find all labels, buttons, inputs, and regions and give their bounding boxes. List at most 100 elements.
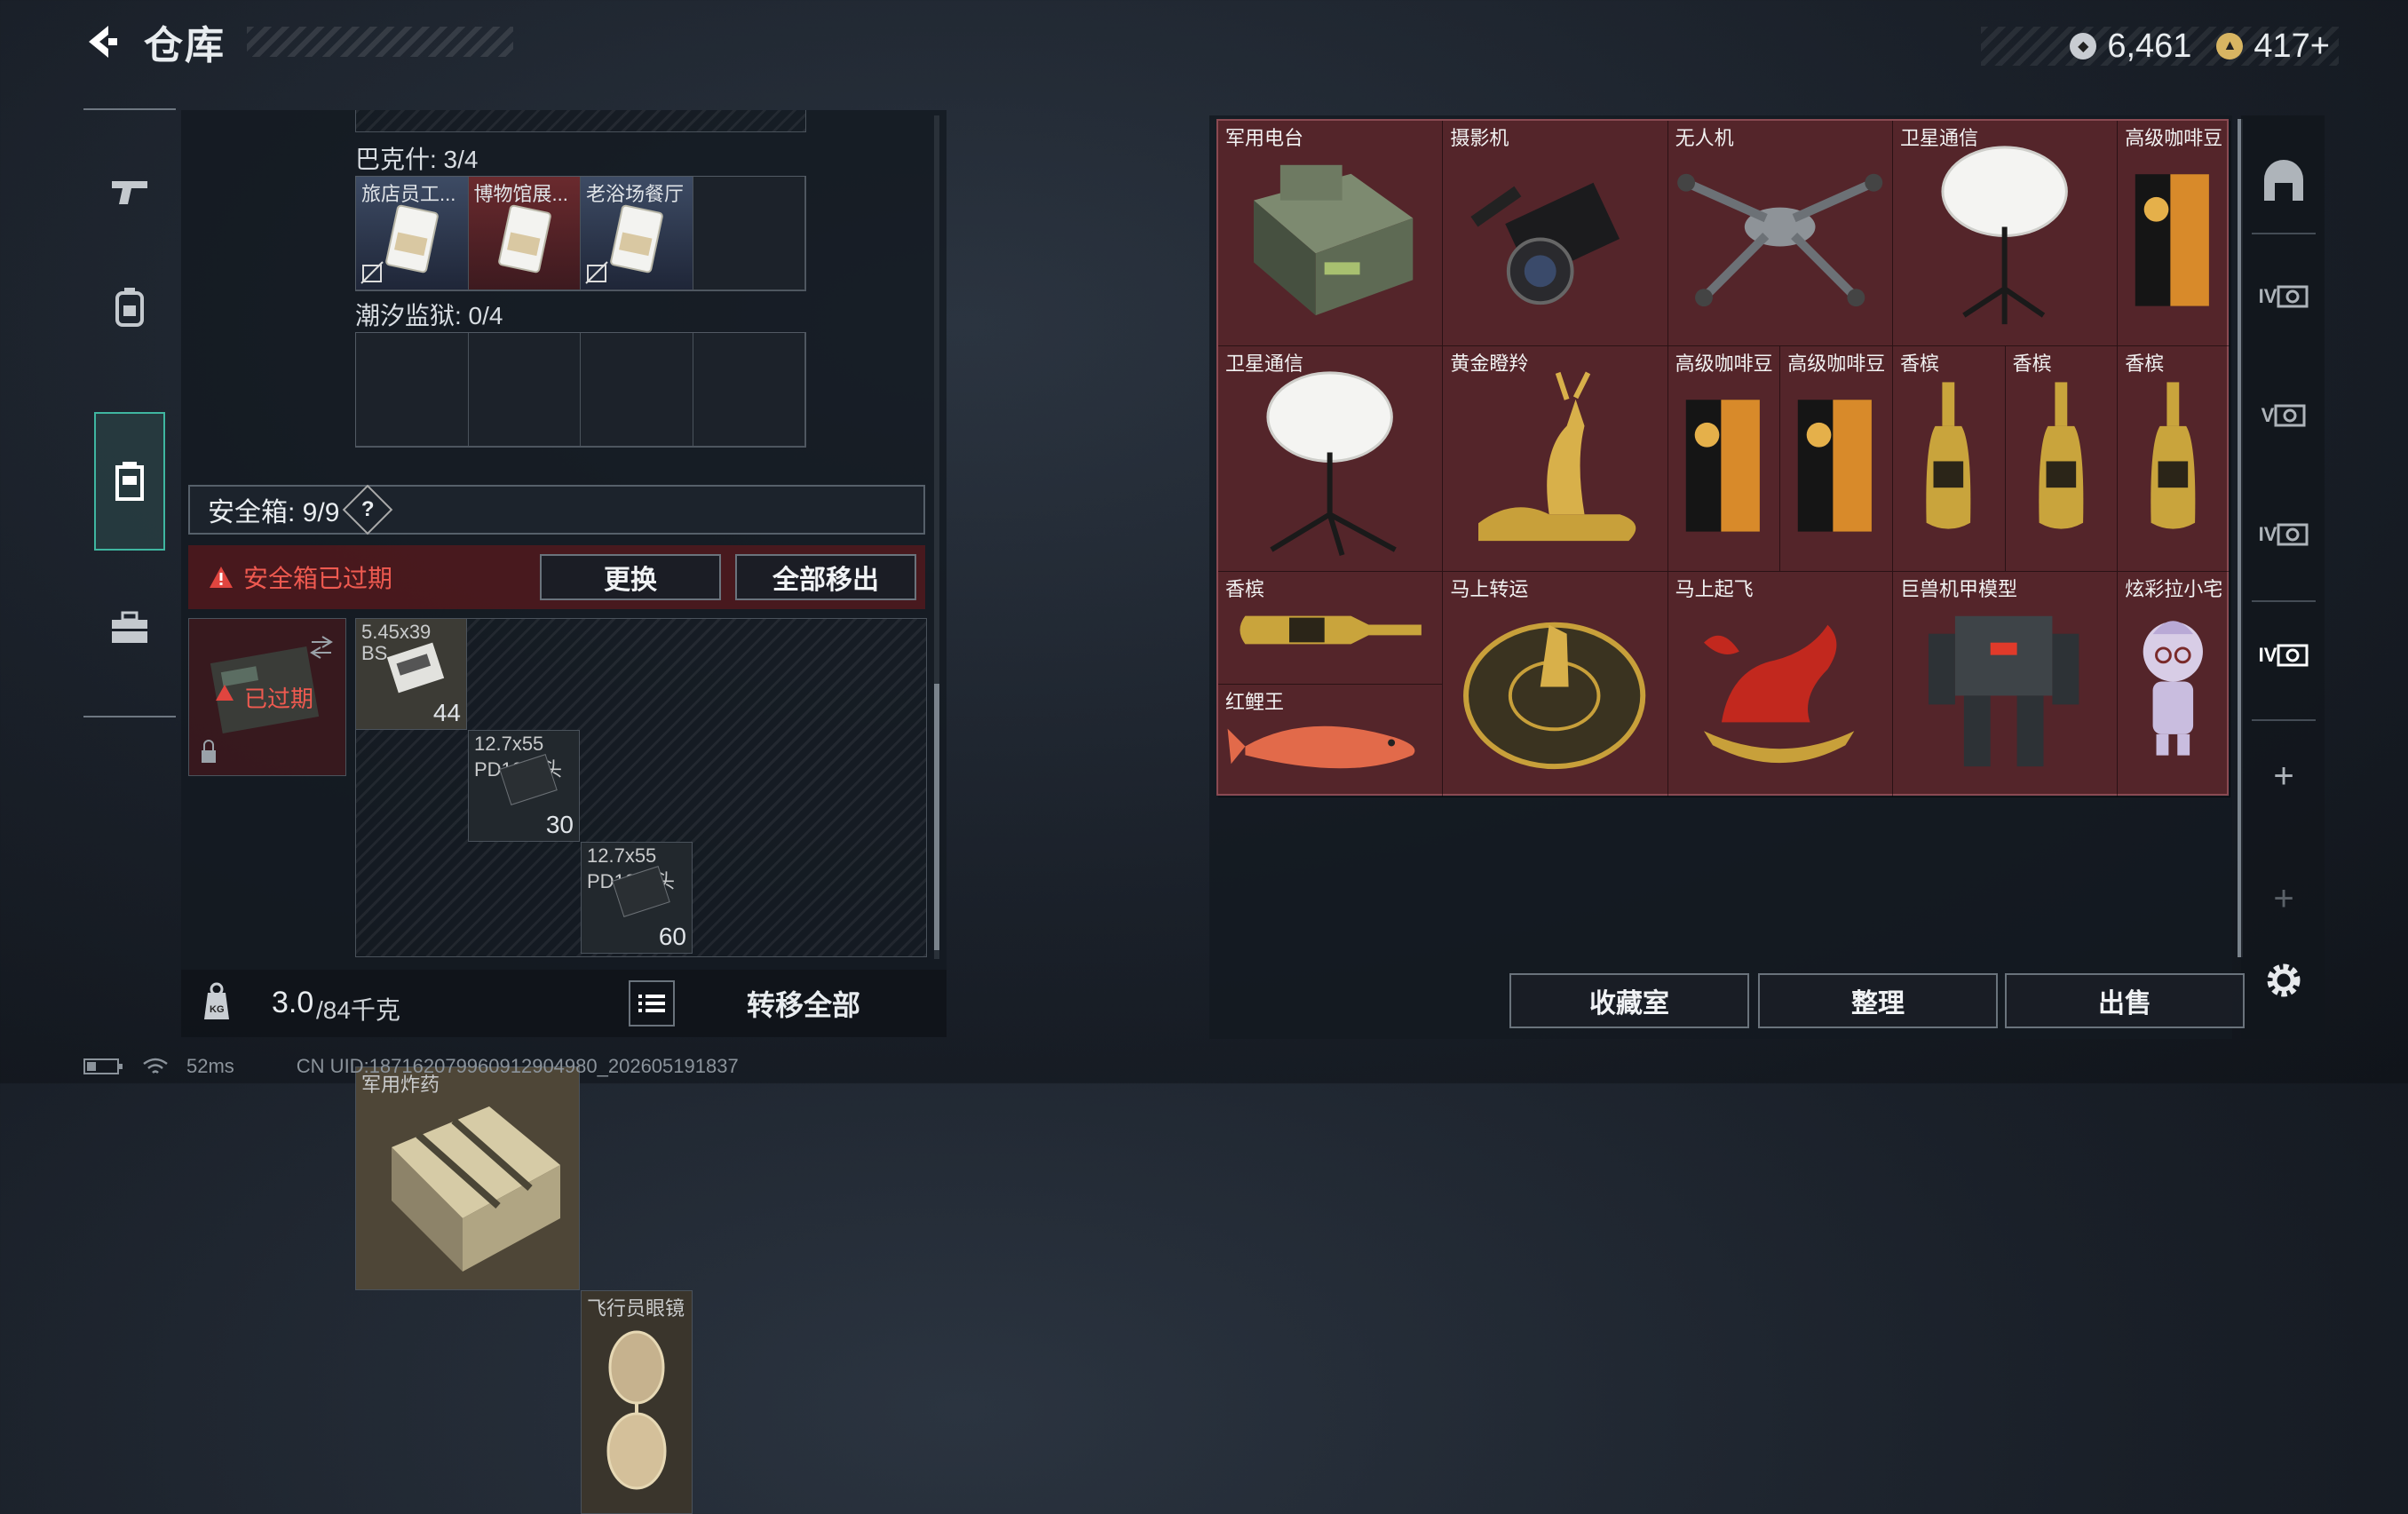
weight-current: 3.0 <box>272 986 314 1019</box>
storage-item[interactable]: 红鲤王 <box>1218 685 1444 797</box>
stash-box-icon <box>2277 523 2309 546</box>
explosive-item[interactable]: 军用炸药 <box>355 1066 580 1290</box>
storage-item[interactable]: 黄金瞪羚 <box>1443 346 1668 572</box>
stash-box-icon <box>2277 285 2309 308</box>
battery-icon <box>83 1058 123 1074</box>
gold-coin-icon: ▲ <box>2216 33 2244 59</box>
ammo-item[interactable]: 12.7x55 PD12双头 60 <box>581 842 693 954</box>
tab-stash-2[interactable]: V <box>2255 387 2312 444</box>
settings-button[interactable] <box>2261 957 2307 1003</box>
storage-item[interactable]: 香槟 <box>2118 346 2230 572</box>
aviator-glasses-icon <box>606 1330 667 1490</box>
scrollbar-thumb[interactable] <box>934 684 939 950</box>
previous-grid-edge <box>355 110 806 132</box>
gun-icon <box>112 181 147 204</box>
sell-button[interactable]: 出售 <box>2005 973 2245 1028</box>
storage-item[interactable]: 高级咖啡豆 <box>2118 121 2230 346</box>
keycard-icon <box>360 204 439 284</box>
gold-amount[interactable]: 417+ <box>2254 28 2330 66</box>
move-all-out-button[interactable]: 全部移出 <box>735 554 916 600</box>
silver-amount: 6,461 <box>2107 27 2192 65</box>
map1-item[interactable]: 旅店员工... <box>356 177 469 290</box>
status-bar: 52ms CN UID:18716207996091290498​0_20260… <box>83 1055 739 1078</box>
storage-item[interactable]: 摄影机 <box>1443 121 1668 346</box>
briefcase-icon <box>112 611 147 643</box>
storage-item[interactable]: 无人机 <box>1667 121 1893 346</box>
tab-stash-3[interactable]: IV <box>2255 506 2312 563</box>
storage-item[interactable]: 卫星通信 <box>1892 121 2119 346</box>
storage-item[interactable]: 香槟 <box>1218 572 1444 685</box>
gear-icon <box>2267 963 2301 997</box>
storage-item[interactable]: 军用电台 <box>1218 121 1444 346</box>
explosive-crate-icon <box>392 1106 560 1272</box>
scrollbar-track[interactable] <box>934 115 939 959</box>
drone-icon <box>1676 173 1882 307</box>
nav-containers[interactable] <box>94 412 165 551</box>
tab-home[interactable] <box>2255 153 2312 210</box>
safe-box-label: 安全箱: 9/9 <box>208 498 340 527</box>
champagne-bottle-icon <box>2151 382 2196 529</box>
satellite-dish-icon <box>1941 146 2068 325</box>
coffee-bag-icon <box>2135 174 2210 306</box>
ammo-item[interactable]: 5.45x39 BS 44 <box>355 618 467 730</box>
map1-item[interactable]: 老浴场餐厅 <box>581 177 693 290</box>
weight-bar: KG 3.0 /84千克 转移全部 <box>181 970 947 1037</box>
map1-item[interactable]: 博物馆展... <box>468 177 581 290</box>
glasses-item[interactable]: 飞行员眼镜 <box>581 1290 693 1514</box>
safe-box-header: 安全箱: 9/9 ? <box>188 484 925 535</box>
map2-label: 潮汐监狱: 0/4 <box>355 302 503 329</box>
nav-toolbox[interactable] <box>83 583 176 675</box>
radio-icon <box>1253 164 1414 316</box>
golden-gazelle-icon <box>1478 371 1636 542</box>
storage-item[interactable]: 高级咖啡豆 <box>1667 346 1781 572</box>
nav-weapons[interactable] <box>83 146 176 238</box>
storage-item[interactable]: 高级咖啡豆 <box>1780 346 1893 572</box>
nav-armor[interactable] <box>83 261 176 353</box>
map2-empty-slot[interactable] <box>693 333 805 447</box>
page-title: 仓库 <box>144 24 226 67</box>
safe-box-status: 已过期 <box>244 686 314 712</box>
left-nav <box>83 108 176 717</box>
stash-box-icon <box>2274 404 2306 427</box>
map2-empty-slot[interactable] <box>356 333 469 447</box>
back-arrow-icon[interactable] <box>80 20 123 63</box>
title-decoration <box>247 27 513 57</box>
storage-item[interactable]: 香槟 <box>1892 346 2006 572</box>
backpack-icon <box>115 288 144 327</box>
uid-text: CN UID:18716207996091290498​0_2026051918… <box>296 1055 739 1077</box>
coffee-bag-icon <box>1798 400 1873 532</box>
transfer-all-button[interactable]: 转移全部 <box>684 977 923 1030</box>
map2-grid <box>355 332 806 448</box>
map2-empty-slot[interactable] <box>468 333 581 447</box>
map2-empty-slot[interactable] <box>581 333 693 447</box>
coffee-bag-icon <box>1685 400 1760 532</box>
currency-bar: ◆ 6,461 ▲ 417+ <box>1981 27 2339 66</box>
silver-coin-icon: ◆ <box>2070 33 2097 59</box>
figurine-icon <box>2143 621 2204 756</box>
add-stash-button-disabled[interactable]: + <box>2255 870 2312 927</box>
storage-item[interactable]: 炫彩拉小宅 <box>2118 572 2230 797</box>
sort-button[interactable]: 整理 <box>1758 973 1998 1028</box>
list-icon <box>638 995 665 1012</box>
storage-item[interactable]: 卫星通信 <box>1218 346 1444 572</box>
storage-item[interactable]: 巨兽机甲模型 <box>1892 572 2119 797</box>
list-view-button[interactable] <box>629 980 675 1027</box>
storage-item[interactable]: 香槟 <box>2005 346 2119 572</box>
replace-button[interactable]: 更换 <box>540 554 721 600</box>
add-stash-button[interactable]: + <box>2255 748 2312 805</box>
tab-stash-4-active[interactable]: IV <box>2255 627 2312 684</box>
collection-room-button[interactable]: 收藏室 <box>1509 973 1749 1028</box>
champagne-bottle-icon <box>2038 382 2083 529</box>
tab-stash-1[interactable]: IV <box>2255 268 2312 325</box>
help-icon[interactable]: ? <box>343 484 393 535</box>
storage-item[interactable]: 马上起飞 <box>1667 572 1893 797</box>
map1-empty-slot[interactable] <box>693 177 805 290</box>
header: 仓库 <box>80 20 513 67</box>
expired-warning-text: 安全箱已过期 <box>243 565 393 592</box>
storage-item[interactable]: 马上转运 <box>1443 572 1668 797</box>
container-icon <box>115 462 144 501</box>
ammo-item[interactable]: 12.7x55 PD12双头 30 <box>468 730 580 842</box>
weight-icon: KG <box>204 982 229 1019</box>
safe-box-slot[interactable]: 已过期 <box>188 618 346 776</box>
mech-model-icon <box>1928 615 2079 767</box>
